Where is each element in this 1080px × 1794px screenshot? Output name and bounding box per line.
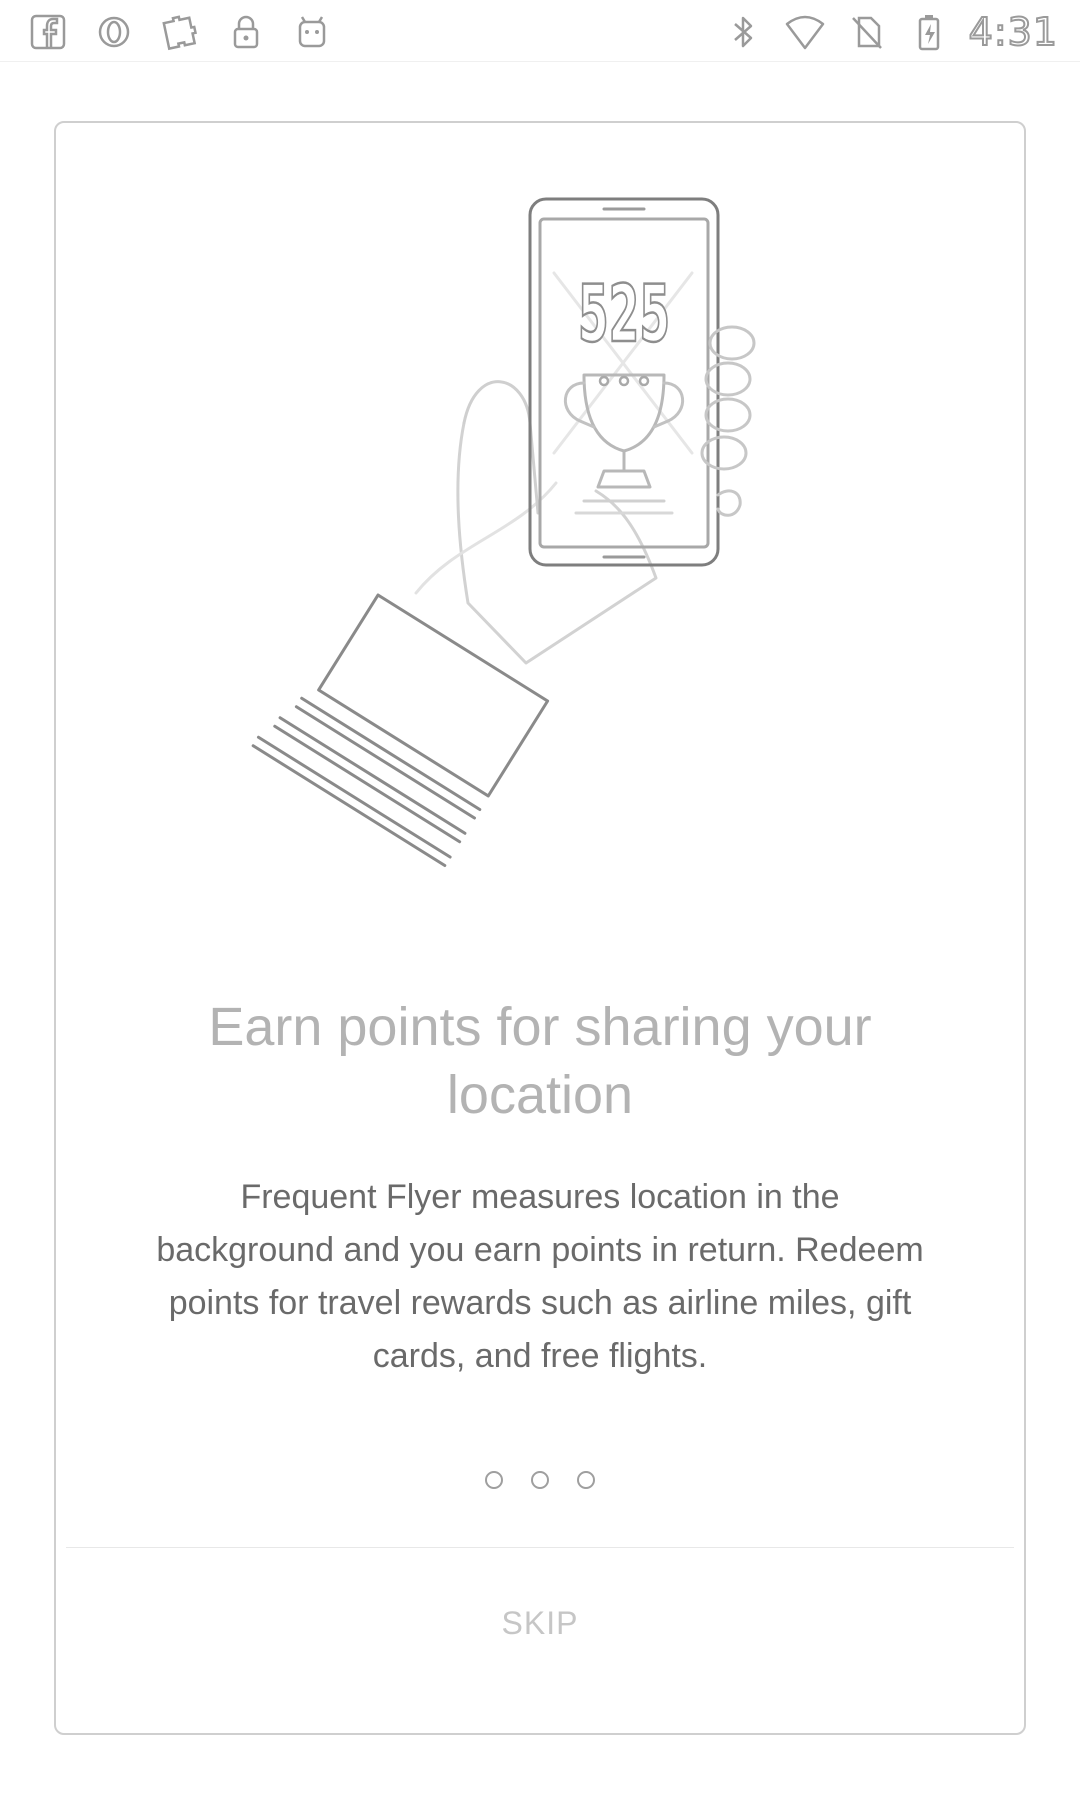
onboarding-title: Earn points for sharing your location [208,997,872,1125]
page-dot-2[interactable] [531,1471,549,1489]
bluetooth-icon [721,10,765,54]
android-icon [290,10,334,54]
phone-points-number: 525 [578,270,670,360]
facebook-icon [26,10,70,54]
skip-button[interactable]: SKIP [440,1578,640,1668]
divider [66,1547,1014,1548]
page-dot-1[interactable] [485,1471,503,1489]
onboarding-card: 525 Earn points for sharing your locatio… [54,121,1026,1735]
hand-holding-phone-illustration: 525 [56,123,1024,943]
lock-icon [224,10,268,54]
opera-icon [92,10,136,54]
status-left-icons [26,8,334,56]
battery-charging-icon [907,10,951,54]
status-right-icons: 4:31 [721,8,1058,56]
clock: 4:31 [968,9,1058,55]
onboarding-description: Frequent Flyer measures location in the … [156,1178,924,1375]
wifi-icon [783,10,827,54]
page-dot-3[interactable] [577,1471,595,1489]
no-sim-icon [845,10,889,54]
status-bar: 4:31 [0,0,1080,62]
page-indicator [56,1471,1024,1489]
puzzle-icon [158,10,202,54]
